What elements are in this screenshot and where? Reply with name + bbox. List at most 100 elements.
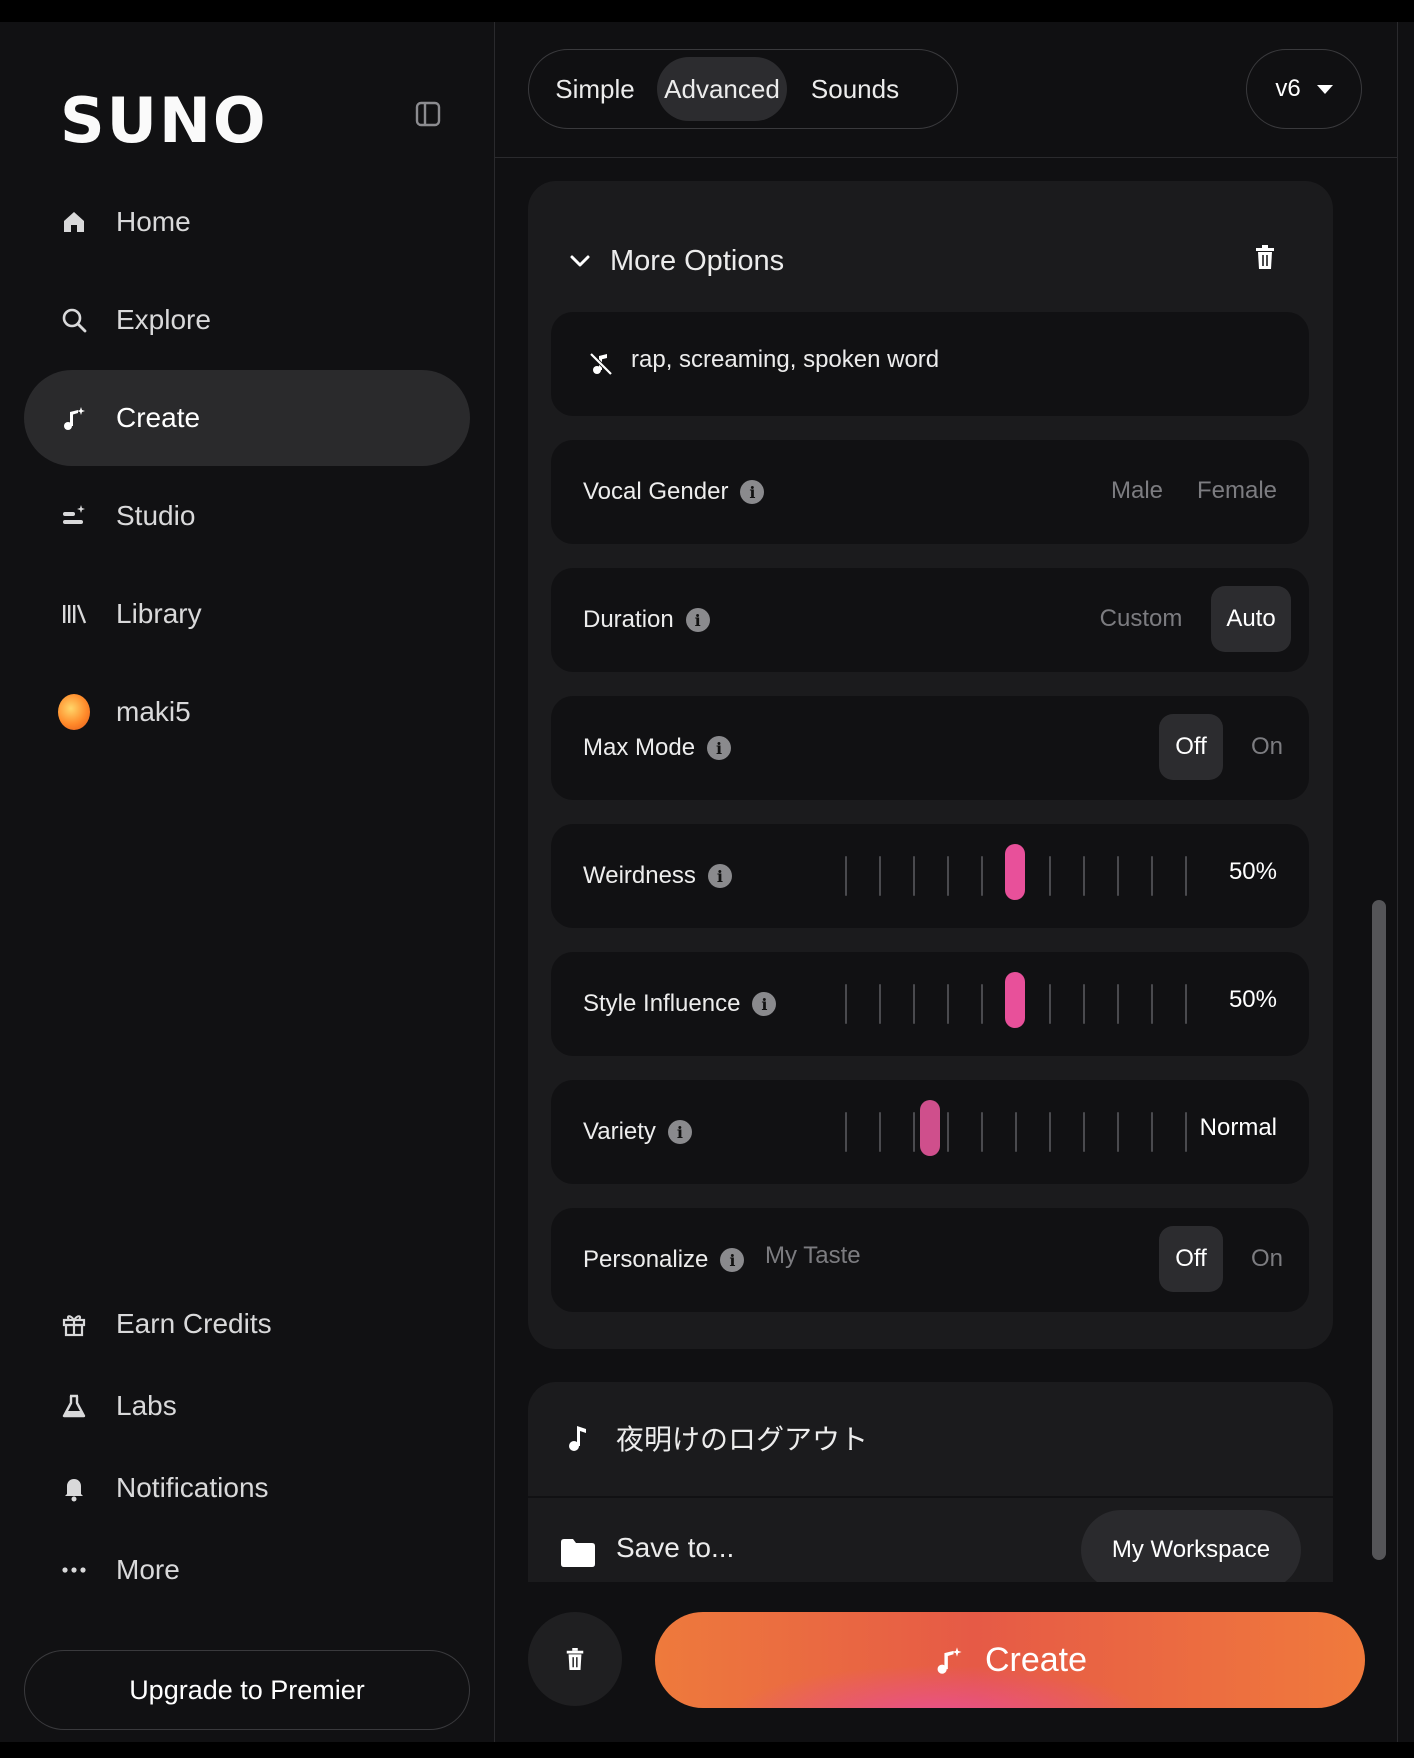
slider-tick (845, 1112, 847, 1152)
slider-thumb[interactable] (1005, 844, 1025, 900)
slider-tick (947, 856, 949, 896)
caret-down-icon (1316, 84, 1333, 94)
sidebar-item-label: Create (116, 402, 201, 433)
tab-simple[interactable]: Simple (543, 57, 647, 121)
slider-thumb[interactable] (920, 1100, 940, 1156)
weirdness-value: 50% (1228, 858, 1277, 885)
create-icon (937, 1647, 962, 1674)
sidebar-item-library[interactable]: Library (24, 566, 470, 662)
suno-logo[interactable]: SUNO (60, 84, 268, 157)
info-icon[interactable]: i (752, 992, 777, 1016)
slider-tick (879, 984, 881, 1024)
style-influence-row: Style Influence i 50% (551, 952, 1309, 1056)
home-icon (58, 206, 90, 238)
variety-label: Variety (583, 1118, 656, 1145)
music-off-icon (589, 352, 613, 376)
slider-tick (947, 984, 949, 1024)
sidebar-item-label: Explore (116, 304, 211, 335)
more-options-toggle[interactable]: More Options (566, 241, 784, 281)
upgrade-button[interactable]: Upgrade to Premier (24, 1650, 470, 1730)
vocal-gender-row: Vocal Gender i Male Female (551, 440, 1309, 544)
slider-tick (845, 856, 847, 896)
variety-slider[interactable] (845, 1100, 1187, 1164)
on-option[interactable]: On (1235, 714, 1299, 780)
info-icon[interactable]: i (685, 608, 710, 632)
slider-tick (981, 856, 983, 896)
info-icon[interactable]: i (667, 1120, 692, 1144)
tab-sounds[interactable]: Sounds (795, 57, 915, 121)
off-option[interactable]: Off (1159, 714, 1223, 780)
window-bottom-bar (0, 1742, 1414, 1758)
sidebar-item-home[interactable]: Home (24, 174, 470, 270)
style-influence-slider[interactable] (845, 972, 1187, 1036)
info-icon[interactable]: i (707, 864, 732, 888)
max-mode-row: Max Mode i Off On (551, 696, 1309, 800)
vocal-gender-label: Vocal Gender (583, 478, 729, 505)
sidebar-item-label: Studio (116, 500, 196, 531)
custom-option[interactable]: Custom (1091, 586, 1191, 652)
slider-tick (981, 984, 983, 1024)
folder-icon (561, 1539, 595, 1567)
slider-tick (913, 1112, 915, 1152)
trash-icon[interactable] (1253, 243, 1277, 271)
sidebar-item-profile[interactable]: maki5 (24, 664, 470, 760)
song-title-input[interactable]: 夜明けのログアウト (616, 1418, 868, 1458)
sidebar-item-more[interactable]: More (24, 1522, 470, 1618)
panel-header: Simple Advanced Sounds v6 (495, 22, 1397, 158)
variety-row: Variety i Normal (551, 1080, 1309, 1184)
library-icon (58, 598, 90, 630)
version-label: v6 (1275, 75, 1301, 102)
create-button[interactable]: Create (655, 1612, 1365, 1708)
music-note-icon (569, 1426, 586, 1451)
more-icon (58, 1554, 90, 1586)
trash-icon (566, 1648, 584, 1670)
exclude-styles-value: rap, screaming, spoken word (631, 346, 940, 373)
variety-value: Normal (1199, 1114, 1277, 1141)
slider-tick (947, 1112, 949, 1152)
slider-tick (913, 984, 915, 1024)
clear-button[interactable] (528, 1612, 622, 1706)
duration-label: Duration (583, 606, 674, 633)
slider-tick (1151, 856, 1153, 896)
off-option[interactable]: Off (1159, 1226, 1223, 1292)
personalize-label: Personalize (583, 1246, 709, 1273)
on-option[interactable]: On (1235, 1226, 1299, 1292)
slider-tick (981, 1112, 983, 1152)
sidebar-item-label: Library (116, 598, 202, 629)
sidebar-item-explore[interactable]: Explore (24, 272, 470, 368)
sidebar-item-create[interactable]: Create (24, 370, 470, 466)
my-taste-label[interactable]: My Taste (765, 1242, 861, 1270)
duration-row: Duration i Custom Auto (551, 568, 1309, 672)
model-version-select[interactable]: v6 (1246, 49, 1362, 129)
create-panel: Simple Advanced Sounds v6 More Options r… (495, 22, 1397, 1742)
slider-tick (1117, 856, 1119, 896)
slider-tick (1049, 856, 1051, 896)
gift-icon (58, 1308, 90, 1340)
max-mode-label: Max Mode (583, 734, 696, 761)
weirdness-slider[interactable] (845, 844, 1187, 908)
sidebar-item-studio[interactable]: Studio (24, 468, 470, 564)
info-icon[interactable]: i (740, 480, 765, 504)
slider-tick (1151, 1112, 1153, 1152)
auto-option[interactable]: Auto (1211, 586, 1291, 652)
studio-icon (58, 500, 90, 532)
workspace-select[interactable]: My Workspace (1081, 1510, 1301, 1582)
mode-tabs: Simple Advanced Sounds (528, 49, 958, 129)
slider-tick (1049, 1112, 1051, 1152)
sidebar-toggle-icon[interactable] (414, 100, 442, 128)
slider-tick (1083, 856, 1085, 896)
tab-advanced[interactable]: Advanced (657, 57, 787, 121)
female-option[interactable]: Female (1187, 458, 1287, 524)
right-gutter (1397, 22, 1414, 1742)
style-influence-label: Style Influence (583, 990, 741, 1017)
scrollbar[interactable] (1372, 900, 1386, 1560)
flask-icon (58, 1390, 90, 1422)
info-icon[interactable]: i (720, 1248, 745, 1272)
male-option[interactable]: Male (1099, 458, 1175, 524)
weirdness-row: Weirdness i 50% (551, 824, 1309, 928)
slider-tick (1049, 984, 1051, 1024)
slider-thumb[interactable] (1005, 972, 1025, 1028)
exclude-styles-field[interactable]: rap, screaming, spoken word (551, 312, 1309, 416)
sidebar-item-label: Home (116, 206, 191, 237)
info-icon[interactable]: i (707, 736, 732, 760)
